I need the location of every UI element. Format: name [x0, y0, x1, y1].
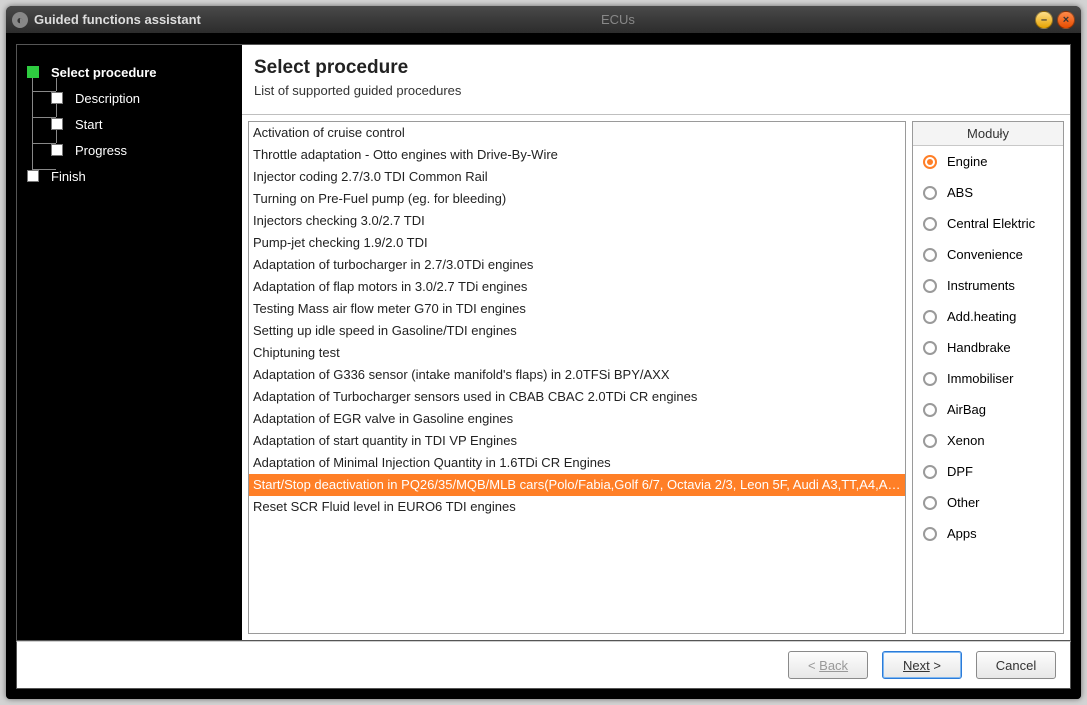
- module-label: Other: [947, 495, 980, 510]
- window-body: Select procedure Description Start: [6, 34, 1081, 699]
- procedure-item[interactable]: Setting up idle speed in Gasoline/TDI en…: [249, 320, 905, 342]
- step-label: Finish: [51, 169, 86, 184]
- procedure-item[interactable]: Turning on Pre-Fuel pump (eg. for bleedi…: [249, 188, 905, 210]
- module-label: Engine: [947, 154, 987, 169]
- procedure-list[interactable]: Activation of cruise controlThrottle ada…: [248, 121, 906, 634]
- module-item[interactable]: Apps: [913, 518, 1063, 549]
- module-item[interactable]: Convenience: [913, 239, 1063, 270]
- titlebar: ◐ Guided functions assistant ECUs – ×: [6, 6, 1081, 34]
- module-label: Convenience: [947, 247, 1023, 262]
- content-pane: Select procedure List of supported guide…: [242, 45, 1070, 640]
- app-icon: ◐: [12, 12, 28, 28]
- radio-icon: [923, 372, 937, 386]
- module-item[interactable]: Instruments: [913, 270, 1063, 301]
- back-button[interactable]: < Back: [788, 651, 868, 679]
- module-item[interactable]: DPF: [913, 456, 1063, 487]
- modules-header: Moduły: [913, 122, 1063, 146]
- radio-icon: [923, 279, 937, 293]
- main-area: Select procedure Description Start: [16, 44, 1071, 641]
- step-marker-icon: [51, 92, 63, 104]
- module-label: Instruments: [947, 278, 1015, 293]
- radio-icon: [923, 527, 937, 541]
- step-finish[interactable]: Finish: [27, 163, 232, 189]
- step-label: Start: [75, 117, 102, 132]
- cancel-button[interactable]: Cancel: [976, 651, 1056, 679]
- modules-list[interactable]: Engine ABS Central Elektric Convenience Inst…: [913, 146, 1063, 633]
- module-label: AirBag: [947, 402, 986, 417]
- procedure-item[interactable]: Chiptuning test: [249, 342, 905, 364]
- content-body: Activation of cruise controlThrottle ada…: [242, 114, 1070, 640]
- module-label: Central Elektric: [947, 216, 1035, 231]
- step-marker-icon: [51, 144, 63, 156]
- minimize-button[interactable]: –: [1035, 11, 1053, 29]
- window: ◐ Guided functions assistant ECUs – × Se…: [6, 6, 1081, 699]
- module-item[interactable]: AirBag: [913, 394, 1063, 425]
- step-marker-icon: [51, 118, 63, 130]
- module-item[interactable]: Engine: [913, 146, 1063, 177]
- procedure-item[interactable]: Adaptation of flap motors in 3.0/2.7 TDi…: [249, 276, 905, 298]
- procedure-item[interactable]: Adaptation of Turbocharger sensors used …: [249, 386, 905, 408]
- module-label: Apps: [947, 526, 977, 541]
- radio-icon: [923, 217, 937, 231]
- step-select-procedure[interactable]: Select procedure: [27, 59, 232, 85]
- step-start[interactable]: Start: [27, 111, 232, 137]
- module-item[interactable]: Handbrake: [913, 332, 1063, 363]
- step-marker-icon: [27, 170, 39, 182]
- procedure-item[interactable]: Adaptation of turbocharger in 2.7/3.0TDi…: [249, 254, 905, 276]
- module-item[interactable]: Add.heating: [913, 301, 1063, 332]
- procedure-item[interactable]: Adaptation of start quantity in TDI VP E…: [249, 430, 905, 452]
- radio-icon: [923, 186, 937, 200]
- step-label: Description: [75, 91, 140, 106]
- module-label: Handbrake: [947, 340, 1011, 355]
- radio-icon: [923, 496, 937, 510]
- radio-icon: [923, 465, 937, 479]
- close-button[interactable]: ×: [1057, 11, 1075, 29]
- radio-icon: [923, 310, 937, 324]
- radio-icon: [923, 155, 937, 169]
- radio-icon: [923, 248, 937, 262]
- procedure-item[interactable]: Injector coding 2.7/3.0 TDI Common Rail: [249, 166, 905, 188]
- procedure-item[interactable]: Throttle adaptation - Otto engines with …: [249, 144, 905, 166]
- window-center-text: ECUs: [201, 12, 1035, 27]
- step-progress[interactable]: Progress: [27, 137, 232, 163]
- wizard-sidebar: Select procedure Description Start: [17, 45, 242, 640]
- radio-icon: [923, 341, 937, 355]
- procedure-item[interactable]: Start/Stop deactivation in PQ26/35/MQB/M…: [249, 474, 905, 496]
- window-controls: – ×: [1035, 11, 1075, 29]
- module-item[interactable]: Immobiliser: [913, 363, 1063, 394]
- radio-icon: [923, 434, 937, 448]
- module-label: Add.heating: [947, 309, 1016, 324]
- module-item[interactable]: Central Elektric: [913, 208, 1063, 239]
- procedure-item[interactable]: Adaptation of EGR valve in Gasoline engi…: [249, 408, 905, 430]
- modules-panel: Moduły Engine ABS Central Elektric Convenie…: [912, 121, 1064, 634]
- module-item[interactable]: Xenon: [913, 425, 1063, 456]
- module-label: DPF: [947, 464, 973, 479]
- procedure-item[interactable]: Testing Mass air flow meter G70 in TDI e…: [249, 298, 905, 320]
- step-label: Progress: [75, 143, 127, 158]
- wizard-steps: Select procedure Description Start: [27, 59, 232, 189]
- window-title: Guided functions assistant: [34, 12, 201, 27]
- procedure-item[interactable]: Injectors checking 3.0/2.7 TDI: [249, 210, 905, 232]
- content-header: Select procedure List of supported guide…: [242, 45, 1070, 114]
- procedure-item[interactable]: Pump-jet checking 1.9/2.0 TDI: [249, 232, 905, 254]
- radio-icon: [923, 403, 937, 417]
- step-label: Select procedure: [51, 65, 157, 80]
- module-label: Immobiliser: [947, 371, 1013, 386]
- step-marker-icon: [27, 66, 39, 78]
- next-button[interactable]: Next >: [882, 651, 962, 679]
- module-item[interactable]: ABS: [913, 177, 1063, 208]
- procedure-item[interactable]: Adaptation of G336 sensor (intake manifo…: [249, 364, 905, 386]
- module-label: Xenon: [947, 433, 985, 448]
- procedure-item[interactable]: Activation of cruise control: [249, 122, 905, 144]
- page-title: Select procedure: [254, 57, 1058, 79]
- module-label: ABS: [947, 185, 973, 200]
- step-description[interactable]: Description: [27, 85, 232, 111]
- procedure-item[interactable]: Adaptation of Minimal Injection Quantity…: [249, 452, 905, 474]
- module-item[interactable]: Other: [913, 487, 1063, 518]
- page-subtitle: List of supported guided procedures: [254, 83, 1058, 98]
- procedure-item[interactable]: Reset SCR Fluid level in EURO6 TDI engin…: [249, 496, 905, 518]
- wizard-footer: < Back Next > Cancel: [16, 641, 1071, 689]
